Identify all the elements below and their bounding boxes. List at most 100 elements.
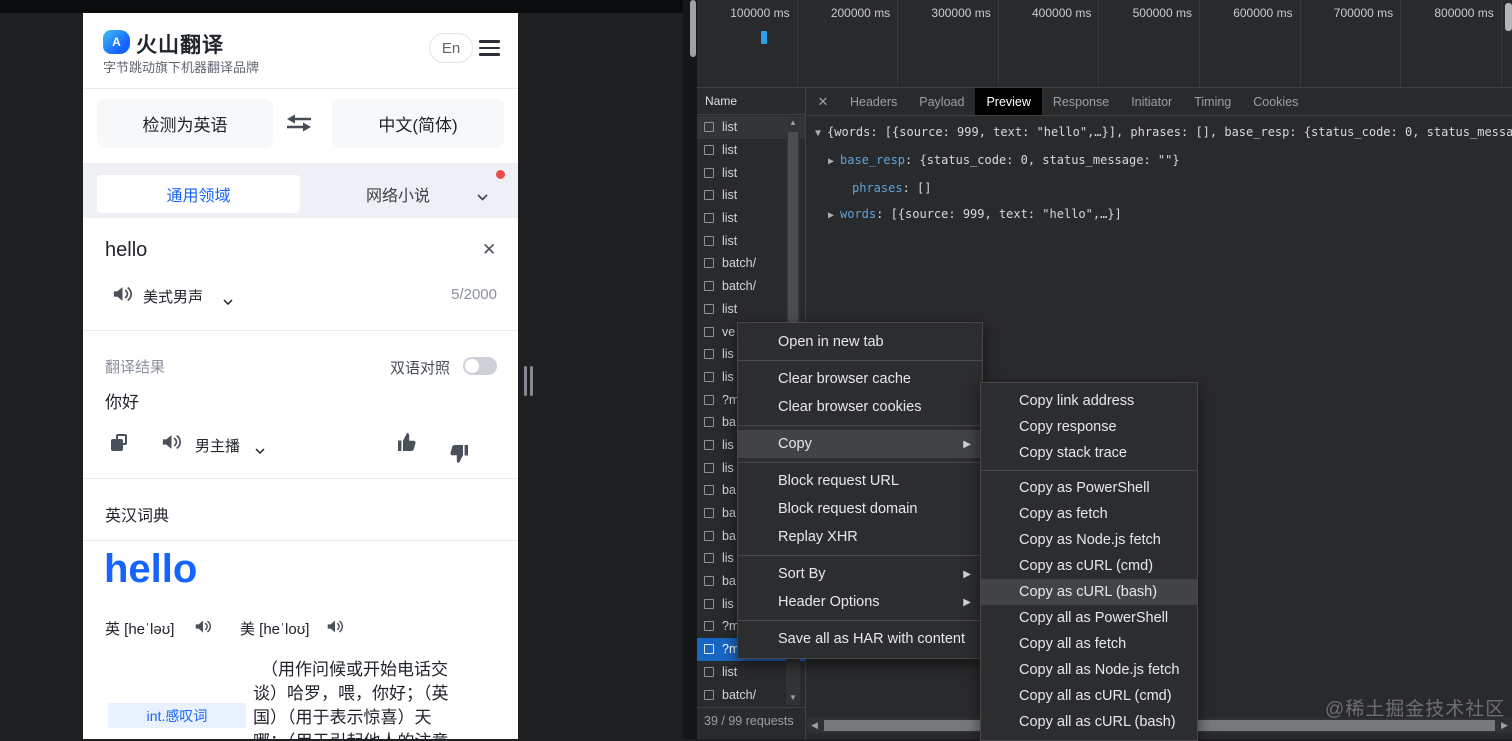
tab-preview[interactable]: Preview	[975, 88, 1042, 115]
tab-payload[interactable]: Payload	[908, 88, 975, 115]
checkbox[interactable]	[704, 371, 714, 382]
checkbox[interactable]	[704, 145, 714, 156]
checkbox[interactable]	[704, 439, 714, 450]
checkbox[interactable]	[704, 621, 714, 632]
close-icon[interactable]: ✕	[807, 88, 839, 115]
checkbox[interactable]	[704, 167, 714, 178]
menu-item-copy-as-curl-cmd[interactable]: Copy as cURL (cmd)	[981, 553, 1197, 579]
speaker-icon[interactable]	[113, 285, 133, 308]
part-of-speech-badge[interactable]: int.感叹词	[108, 703, 246, 728]
speaker-icon[interactable]	[195, 619, 212, 639]
thumbs-up-icon[interactable]	[397, 432, 418, 457]
name-column-header[interactable]: Name	[697, 88, 805, 115]
checkbox[interactable]	[704, 258, 714, 269]
page-scrollbar-thumb[interactable]	[690, 0, 696, 57]
expand-triangle-icon[interactable]: ▶	[828, 149, 840, 175]
checkbox[interactable]	[704, 666, 714, 677]
speaker-icon[interactable]	[162, 433, 182, 456]
menu-item-block-request-domain[interactable]: Block request domain	[738, 495, 982, 523]
json-node[interactable]: phrases: []	[815, 175, 1512, 201]
checkbox[interactable]	[704, 576, 714, 587]
tab-headers[interactable]: Headers	[839, 88, 908, 115]
tab-initiator[interactable]: Initiator	[1120, 88, 1183, 115]
checkbox[interactable]	[704, 190, 714, 201]
speaker-icon[interactable]	[327, 619, 344, 639]
devtools-scrollbar-thumb[interactable]	[1505, 3, 1512, 31]
copy-result-icon[interactable]	[111, 434, 128, 451]
tab-general-domain[interactable]: 通用领域	[97, 175, 300, 213]
translation-result-text: 你好	[105, 393, 139, 412]
checkbox[interactable]	[704, 122, 714, 133]
menu-item-copy-stack-trace[interactable]: Copy stack trace	[981, 440, 1197, 466]
scroll-down-icon[interactable]: ▼	[786, 691, 800, 705]
tab-cookies[interactable]: Cookies	[1242, 88, 1309, 115]
menu-item-save-har[interactable]: Save all as HAR with content	[738, 625, 982, 653]
menu-item-sort-by[interactable]: Sort By ▶	[738, 560, 982, 588]
menu-item-copy-all-as-fetch[interactable]: Copy all as fetch	[981, 631, 1197, 657]
menu-item-copy-all-as-curl-bash[interactable]: Copy all as cURL (bash)	[981, 709, 1197, 735]
json-node[interactable]: ▶ base_resp: {status_code: 0, status_mess…	[815, 147, 1512, 175]
checkbox[interactable]	[704, 462, 714, 473]
json-root-line[interactable]: ▼ {words: [{source: 999, text: "hello",…}…	[815, 119, 1512, 147]
tts-voice-select[interactable]: 美式男声	[143, 286, 203, 307]
menu-item-copy-all-as-powershell[interactable]: Copy all as PowerShell	[981, 605, 1197, 631]
language-switch-button[interactable]: En	[429, 33, 473, 63]
tab-timing[interactable]: Timing	[1183, 88, 1242, 115]
menu-item-copy-as-nodejs-fetch[interactable]: Copy as Node.js fetch	[981, 527, 1197, 553]
menu-item-copy-as-curl-bash[interactable]: Copy as cURL (bash)	[981, 579, 1197, 605]
target-language-button[interactable]: 中文(简体)	[332, 99, 504, 148]
checkbox[interactable]	[704, 689, 714, 700]
tab-web-novel[interactable]: 网络小说	[366, 182, 430, 206]
tab-response[interactable]: Response	[1042, 88, 1120, 115]
collapse-triangle-icon[interactable]: ▼	[815, 121, 827, 147]
hamburger-menu-icon[interactable]	[479, 40, 500, 56]
checkbox[interactable]	[704, 485, 714, 496]
network-waterfall-timeline[interactable]: 100000 ms 200000 ms 300000 ms 400000 ms …	[697, 0, 1512, 88]
chevron-down-icon[interactable]	[223, 292, 233, 310]
source-text[interactable]: hello	[105, 239, 147, 262]
waterfall-request-bar[interactable]	[761, 31, 767, 44]
menu-item-copy-response[interactable]: Copy response	[981, 414, 1197, 440]
page-scrollbar[interactable]	[683, 0, 697, 739]
domain-tabs: 通用领域 网络小说	[83, 163, 518, 218]
menu-item-copy-link-address[interactable]: Copy link address	[981, 388, 1197, 414]
checkbox[interactable]	[704, 213, 714, 224]
checkbox[interactable]	[704, 235, 714, 246]
checkbox[interactable]	[704, 598, 714, 609]
menu-item-block-request-url[interactable]: Block request URL	[738, 467, 982, 495]
checkbox[interactable]	[704, 530, 714, 541]
checkbox[interactable]	[704, 326, 714, 337]
menu-item-copy-as-powershell[interactable]: Copy as PowerShell	[981, 475, 1197, 501]
thumbs-down-icon[interactable]	[448, 439, 469, 464]
clear-input-icon[interactable]: ✕	[482, 240, 496, 260]
checkbox[interactable]	[704, 303, 714, 314]
menu-item-header-options[interactable]: Header Options ▶	[738, 588, 982, 616]
menu-item-copy[interactable]: Copy ▶	[738, 430, 982, 458]
menu-item-copy-as-fetch[interactable]: Copy as fetch	[981, 501, 1197, 527]
result-voice-select[interactable]: 男主播	[195, 435, 240, 456]
checkbox[interactable]	[704, 349, 714, 360]
menu-item-clear-browser-cache[interactable]: Clear browser cache	[738, 365, 982, 393]
translator-panel: A 火山翻译 字节跳动旗下机器翻译品牌 En 检测为英语 中文(简体) 通用领域…	[83, 13, 518, 739]
bilingual-toggle[interactable]	[463, 357, 497, 375]
scroll-up-icon[interactable]: ▲	[786, 116, 800, 130]
scroll-left-icon[interactable]: ◀	[807, 718, 822, 733]
checkbox[interactable]	[704, 281, 714, 292]
expand-triangle-icon[interactable]: ▶	[828, 203, 840, 229]
json-node[interactable]: ▶ words: [{source: 999, text: "hello",…}]	[815, 201, 1512, 229]
checkbox[interactable]	[704, 417, 714, 428]
menu-item-copy-all-as-nodejs-fetch[interactable]: Copy all as Node.js fetch	[981, 657, 1197, 683]
swap-languages-icon[interactable]	[285, 112, 313, 139]
menu-item-replay-xhr[interactable]: Replay XHR	[738, 523, 982, 551]
checkbox[interactable]	[704, 394, 714, 405]
chevron-down-icon[interactable]	[255, 441, 265, 459]
menu-item-copy-all-as-curl-cmd[interactable]: Copy all as cURL (cmd)	[981, 683, 1197, 709]
source-language-button[interactable]: 检测为英语	[97, 99, 273, 148]
checkbox[interactable]	[704, 644, 714, 655]
panel-drag-handle-icon[interactable]	[524, 366, 533, 396]
checkbox[interactable]	[704, 508, 714, 519]
menu-item-open-in-new-tab[interactable]: Open in new tab	[738, 328, 982, 356]
checkbox[interactable]	[704, 553, 714, 564]
menu-item-clear-browser-cookies[interactable]: Clear browser cookies	[738, 393, 982, 421]
chevron-down-icon[interactable]	[477, 188, 488, 206]
